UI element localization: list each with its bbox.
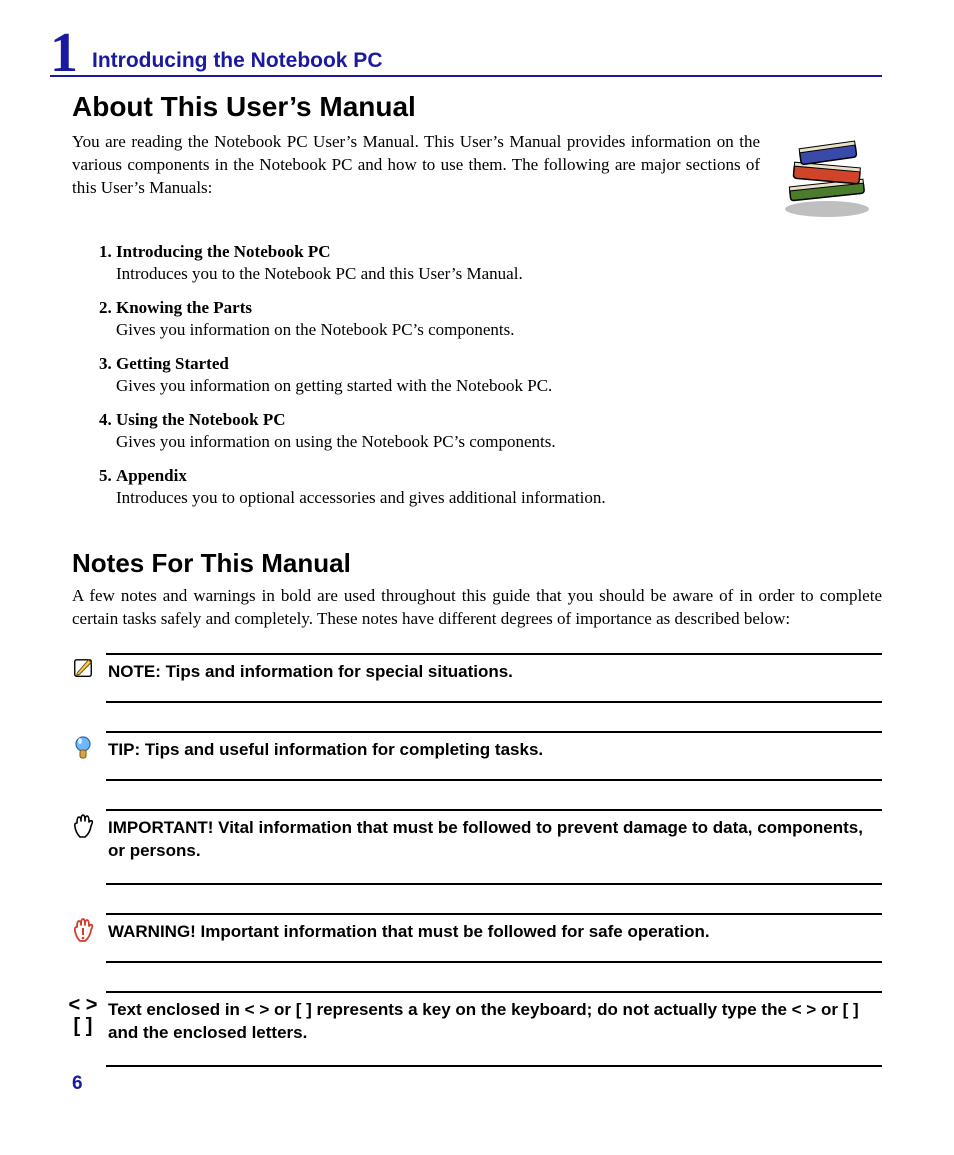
section-title: Appendix: [116, 466, 187, 485]
callout-important: IMPORTANT! Vital information that must b…: [68, 809, 882, 885]
lightbulb-icon: [68, 731, 98, 765]
chapter-number: 1: [50, 34, 78, 73]
page-number: 6: [72, 1073, 83, 1095]
callout-text: NOTE: Tips and information for special s…: [106, 653, 882, 703]
section-title: Introducing the Notebook PC: [116, 242, 331, 261]
chapter-title: Introducing the Notebook PC: [92, 49, 382, 73]
sections-list: Introducing the Notebook PC Introduces y…: [72, 242, 882, 508]
section-desc: Gives you information on getting started…: [116, 376, 882, 396]
note-icon: [68, 653, 98, 679]
section-title: Using the Notebook PC: [116, 410, 286, 429]
key-brackets-icon: < > [ ]: [68, 991, 98, 1037]
list-item: Using the Notebook PC Gives you informat…: [116, 410, 882, 452]
angle-bracket-symbol: < >: [69, 995, 98, 1016]
square-bracket-symbol: [ ]: [74, 1016, 93, 1037]
callout-keys: < > [ ] Text enclosed in < > or [ ] repr…: [68, 991, 882, 1067]
notes-heading: Notes For This Manual: [72, 548, 882, 579]
section-desc: Gives you information on using the Noteb…: [116, 432, 882, 452]
callout-text: TIP: Tips and useful information for com…: [106, 731, 882, 781]
callout-warning: WARNING! Important information that must…: [68, 913, 882, 963]
section-desc: Introduces you to optional accessories a…: [116, 488, 882, 508]
chapter-header: 1 Introducing the Notebook PC: [50, 30, 882, 77]
warning-hand-icon: [68, 913, 98, 943]
list-item: Introducing the Notebook PC Introduces y…: [116, 242, 882, 284]
callout-text: IMPORTANT! Vital information that must b…: [106, 809, 882, 885]
about-intro: You are reading the Notebook PC User’s M…: [72, 131, 760, 200]
list-item: Getting Started Gives you information on…: [116, 354, 882, 396]
callout-text: WARNING! Important information that must…: [106, 913, 882, 963]
callout-text: Text enclosed in < > or [ ] represents a…: [106, 991, 882, 1067]
list-item: Knowing the Parts Gives you information …: [116, 298, 882, 340]
callout-tip: TIP: Tips and useful information for com…: [68, 731, 882, 781]
section-desc: Gives you information on the Notebook PC…: [116, 320, 882, 340]
callout-note: NOTE: Tips and information for special s…: [68, 653, 882, 703]
list-item: Appendix Introduces you to optional acce…: [116, 466, 882, 508]
hand-stop-icon: [68, 809, 98, 839]
books-icon: [772, 131, 882, 226]
section-desc: Introduces you to the Notebook PC and th…: [116, 264, 882, 284]
section-title: Knowing the Parts: [116, 298, 252, 317]
about-heading: About This User’s Manual: [72, 91, 882, 123]
notes-intro: A few notes and warnings in bold are use…: [72, 585, 882, 631]
section-title: Getting Started: [116, 354, 229, 373]
